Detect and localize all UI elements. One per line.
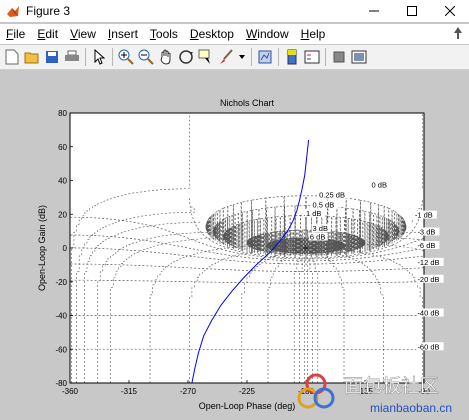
m-circle-label: -20 dB	[417, 275, 439, 284]
show-plot-tools-icon	[351, 50, 367, 64]
minimize-button[interactable]	[355, 0, 393, 22]
menu-file[interactable]: File	[0, 27, 31, 41]
y-tick-label: 40	[58, 177, 67, 186]
title-bar: Figure 3	[0, 0, 469, 22]
brush-icon	[220, 49, 233, 64]
print-button[interactable]	[64, 49, 80, 65]
y-tick-label: 0	[63, 244, 68, 253]
m-circle-label: 0.25 dB	[319, 190, 345, 199]
m-circle-label: -3 dB	[417, 228, 435, 237]
insert-colorbar-button[interactable]	[284, 49, 300, 65]
new-figure-icon	[5, 49, 19, 65]
insert-legend-icon	[304, 50, 320, 64]
y-tick-label: -60	[55, 345, 67, 354]
brush-dropdown[interactable]	[238, 49, 246, 65]
insert-colorbar-icon	[287, 49, 297, 65]
print-icon	[65, 50, 79, 61]
m-circle-label: -6 dB	[417, 241, 435, 250]
close-button[interactable]	[431, 0, 469, 22]
zoom-out-icon	[138, 49, 154, 65]
maximize-icon	[407, 6, 417, 16]
chart-title: Nichols Chart	[220, 98, 275, 108]
menu-bar: File Edit View Insert Tools Desktop Wind…	[0, 24, 469, 44]
toolbar-separator	[112, 48, 113, 66]
pan-icon	[160, 49, 171, 65]
open-file-button[interactable]	[24, 49, 40, 65]
menu-insert[interactable]: Insert	[102, 27, 144, 41]
toolbar-separator	[251, 48, 252, 66]
menu-window[interactable]: Window	[240, 27, 295, 41]
close-icon	[445, 6, 455, 16]
window-title: Figure 3	[26, 4, 71, 18]
open-file-icon	[24, 52, 39, 64]
dock-arrow-icon[interactable]	[453, 27, 463, 39]
m-circle-label: -40 dB	[417, 309, 439, 318]
m-circle-label: 1 dB	[306, 209, 321, 218]
matlab-icon	[7, 6, 19, 17]
watermark-text: 面包板社区	[344, 375, 439, 397]
menu-help[interactable]: Help	[295, 27, 332, 41]
maximize-button[interactable]	[393, 0, 431, 22]
menu-edit[interactable]: Edit	[31, 27, 64, 41]
toolbar	[0, 45, 469, 70]
m-circle-label: -12 dB	[417, 258, 439, 267]
watermark-logo-icon	[297, 373, 335, 409]
x-tick-label: -315	[121, 387, 138, 396]
link-plot-button[interactable]	[257, 49, 273, 65]
edit-plot-button[interactable]	[91, 49, 107, 65]
save-icon	[46, 51, 58, 63]
m-circle-label: 6 dB	[310, 233, 325, 242]
x-tick-label: -360	[62, 387, 79, 396]
toolbar-separator	[278, 48, 279, 66]
m-circle-label: -60 dB	[417, 342, 439, 351]
toolbar-separator	[325, 48, 326, 66]
figure-area: -360 -315 -270 -225 -180 -135 -90 -80 -60 -40 -20 0…	[0, 70, 469, 420]
brush-button[interactable]	[218, 49, 234, 65]
new-figure-button[interactable]	[4, 49, 20, 65]
chevron-down-icon	[239, 55, 245, 59]
zoom-out-button[interactable]	[138, 49, 154, 65]
y-tick-label: 60	[58, 143, 67, 152]
edit-plot-icon	[94, 49, 105, 65]
link-plot-icon	[258, 50, 272, 64]
zoom-in-button[interactable]	[118, 49, 134, 65]
menu-desktop[interactable]: Desktop	[184, 27, 240, 41]
data-cursor-icon	[198, 49, 210, 64]
watermark: 面包板社区 mianbaoban.cn	[297, 373, 452, 415]
y-axis-label: Open-Loop Gain (dB)	[37, 205, 47, 291]
x-axis-label: Open-Loop Phase (deg)	[199, 401, 296, 411]
zoom-in-icon	[118, 49, 134, 65]
rotate-3d-button[interactable]	[178, 49, 194, 65]
m-circle-label: 0 dB	[372, 180, 387, 189]
rotate-3d-icon	[179, 50, 193, 64]
menu-tools[interactable]: Tools	[144, 27, 184, 41]
menu-view[interactable]: View	[64, 27, 102, 41]
y-tick-label: -80	[55, 379, 67, 388]
toolbar-separator	[85, 48, 86, 66]
m-circle-label: -1 dB	[415, 211, 433, 220]
data-cursor-button[interactable]	[198, 49, 214, 65]
insert-legend-button[interactable]	[304, 49, 320, 65]
show-plot-tools-button[interactable]	[351, 49, 367, 65]
minimize-icon	[369, 10, 379, 12]
y-tick-label: 20	[58, 210, 67, 219]
hide-plot-tools-button[interactable]	[331, 49, 347, 65]
watermark-url: mianbaoban.cn	[370, 401, 452, 415]
x-tick-label: -225	[239, 387, 256, 396]
x-tick-label: -270	[180, 387, 197, 396]
y-tick-label: 80	[58, 109, 67, 118]
y-tick-label: -40	[55, 312, 67, 321]
pan-button[interactable]	[158, 49, 174, 65]
y-tick-label: -20	[55, 278, 67, 287]
save-button[interactable]	[44, 49, 60, 65]
hide-plot-tools-icon	[333, 51, 345, 63]
